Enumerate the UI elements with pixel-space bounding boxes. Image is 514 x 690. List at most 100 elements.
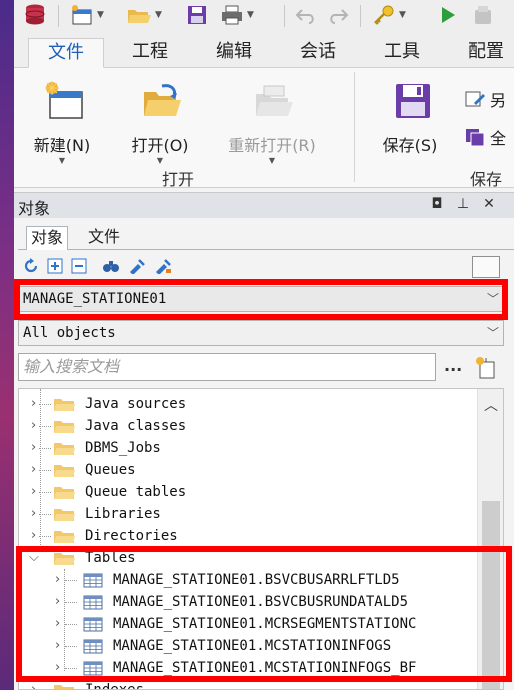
table-name: MANAGE_STATIONE01.MCRSEGMENTSTATIONC bbox=[113, 616, 417, 632]
tree-folder-label: Directories bbox=[85, 528, 178, 544]
tab-file[interactable]: 文件 bbox=[28, 38, 104, 68]
expand-arrow-icon[interactable]: › bbox=[31, 679, 36, 689]
expand-arrow-icon[interactable]: › bbox=[31, 459, 36, 481]
tab-files[interactable]: 文件 bbox=[84, 226, 124, 250]
tree-table-item[interactable]: › MANAGE_STATIONE01.BSVCBUSARRLFTLD5 bbox=[19, 569, 479, 591]
collapse-all-icon[interactable] bbox=[70, 257, 88, 275]
tree-folder[interactable]: › Java sources bbox=[19, 393, 479, 415]
search-options-button[interactable]: ... bbox=[444, 356, 462, 375]
expand-arrow-icon[interactable]: › bbox=[31, 415, 36, 437]
expand-arrow-icon[interactable]: › bbox=[31, 437, 36, 459]
expand-arrow-icon[interactable]: › bbox=[55, 569, 60, 591]
pin-panel-icon[interactable]: ⊥ bbox=[454, 196, 472, 212]
new-file-icon[interactable]: ▼ bbox=[70, 2, 104, 28]
run-icon[interactable] bbox=[438, 2, 458, 28]
expand-arrow-icon[interactable]: › bbox=[31, 481, 36, 503]
tab-edit[interactable]: 编辑 bbox=[198, 38, 270, 68]
expand-arrow-icon[interactable]: › bbox=[31, 393, 36, 415]
tree-scrollbar[interactable]: ︿ bbox=[477, 389, 503, 689]
object-filter-select[interactable]: All objects ﹀ bbox=[18, 320, 504, 346]
tree-folder-label: Libraries bbox=[85, 506, 161, 522]
find-binoculars-icon[interactable] bbox=[102, 257, 120, 275]
filter-options-icon[interactable] bbox=[154, 257, 172, 275]
folder-icon bbox=[54, 487, 75, 499]
tab-config[interactable]: 配置 bbox=[450, 38, 514, 68]
chevron-down-icon[interactable]: ﹀ bbox=[487, 287, 499, 311]
table-name: MANAGE_STATIONE01.BSVCBUSARRLFTLD5 bbox=[113, 572, 400, 588]
tree-folder-tables[interactable]: ⌵ Tables bbox=[19, 547, 479, 569]
new-button-label: 新建(N) bbox=[33, 136, 91, 155]
tree-folder[interactable]: › Directories bbox=[19, 525, 479, 547]
reopen-button-label: 重新打开(R) bbox=[228, 136, 316, 155]
save-button-label: 保存(S) bbox=[382, 136, 438, 155]
chevron-down-icon[interactable]: ▼ bbox=[247, 10, 254, 20]
chevron-down-icon[interactable]: ﹀ bbox=[487, 321, 499, 345]
tree-table-item[interactable]: › MANAGE_STATIONE01.MCRSEGMENTSTATIONC bbox=[19, 613, 479, 635]
save-button[interactable]: 保存(S) bbox=[370, 76, 450, 166]
collapse-arrow-icon[interactable]: ⌵ bbox=[29, 547, 39, 569]
object-panel-header: 对象 ◘ ⊥ ✕ bbox=[14, 192, 514, 218]
reopen-button[interactable]: 重新打开(R) ▼ bbox=[224, 76, 320, 166]
expand-arrow-icon[interactable]: › bbox=[55, 591, 60, 613]
print-icon[interactable]: ▼ bbox=[220, 2, 254, 28]
tree-table-item[interactable]: › MANAGE_STATIONE01.MCSTATIONINFOGS_BF bbox=[19, 657, 479, 679]
table-name: MANAGE_STATIONE01.MCSTATIONINFOGS bbox=[113, 638, 392, 654]
table-name: MANAGE_STATIONE01.MCSTATIONINFOGS_BF bbox=[113, 660, 417, 676]
folder-icon bbox=[54, 465, 75, 477]
refresh-icon[interactable] bbox=[22, 257, 40, 275]
stop-icon[interactable] bbox=[472, 2, 494, 28]
open-button[interactable]: 打开(O) ▼ bbox=[120, 76, 200, 166]
expand-arrow-icon[interactable]: › bbox=[55, 657, 60, 679]
undo-icon[interactable] bbox=[294, 2, 318, 28]
object-tree: › Java sources › Java classes › DBMS_Jobs › Que… bbox=[18, 388, 504, 690]
chevron-down-icon[interactable]: ▼ bbox=[155, 10, 162, 20]
tree-table-item[interactable]: › MANAGE_STATIONE01.MCSTATIONINFOGS bbox=[19, 635, 479, 657]
tree-folder[interactable]: › Java classes bbox=[19, 415, 479, 437]
redo-icon[interactable] bbox=[326, 2, 350, 28]
new-search-icon[interactable] bbox=[474, 356, 498, 380]
float-panel-icon[interactable]: ◘ bbox=[428, 196, 446, 212]
expand-arrow-icon[interactable]: › bbox=[55, 635, 60, 657]
tree-folder-indexes[interactable]: › Indexes bbox=[19, 679, 479, 689]
expand-arrow-icon[interactable]: › bbox=[55, 613, 60, 635]
scrollbar-thumb[interactable] bbox=[482, 501, 500, 689]
folder-icon bbox=[54, 531, 75, 543]
scroll-up-icon[interactable]: ︿ bbox=[484, 395, 498, 415]
search-input[interactable]: 输入搜索文档 bbox=[18, 353, 436, 381]
tree-folder[interactable]: › Libraries bbox=[19, 503, 479, 525]
group-label-save: 保存 bbox=[470, 170, 503, 189]
folder-icon bbox=[54, 443, 75, 455]
filter-edit-icon[interactable] bbox=[128, 257, 146, 275]
expand-all-icon[interactable] bbox=[46, 257, 64, 275]
save-all-label: 全 bbox=[490, 129, 507, 148]
tree-folder[interactable]: › Queue tables bbox=[19, 481, 479, 503]
schema-selector[interactable]: MANAGE_STATIONE01 ﹀ bbox=[18, 286, 504, 312]
chevron-down-icon[interactable]: ▼ bbox=[399, 10, 406, 20]
save-as-label: 另 bbox=[490, 91, 507, 110]
panel-subtabs: 对象 文件 bbox=[14, 218, 514, 250]
folder-icon bbox=[54, 399, 75, 411]
tree-table-item[interactable]: › MANAGE_STATIONE01.BSVCBUSRUNDATALD5 bbox=[19, 591, 479, 613]
database-icon[interactable] bbox=[22, 2, 48, 28]
tab-project[interactable]: 工程 bbox=[114, 38, 186, 68]
save-as-icon bbox=[465, 91, 485, 107]
close-panel-icon[interactable]: ✕ bbox=[480, 196, 498, 212]
expand-arrow-icon[interactable]: › bbox=[31, 525, 36, 547]
new-button[interactable]: 新建(N) ▼ bbox=[22, 76, 102, 166]
save-disk-icon[interactable] bbox=[186, 2, 208, 28]
tree-folder-label: DBMS_Jobs bbox=[85, 440, 161, 456]
save-all-button[interactable]: 全 bbox=[464, 126, 506, 148]
tree-folder[interactable]: › DBMS_Jobs bbox=[19, 437, 479, 459]
chevron-down-icon: ▼ bbox=[58, 156, 66, 165]
tree-folder[interactable]: › Queues bbox=[19, 459, 479, 481]
expand-arrow-icon[interactable]: › bbox=[31, 503, 36, 525]
key-icon[interactable]: ▼ bbox=[372, 2, 406, 28]
chevron-down-icon[interactable]: ▼ bbox=[97, 10, 104, 20]
tab-objects[interactable]: 对象 bbox=[26, 226, 69, 250]
toolbar-box[interactable] bbox=[472, 256, 500, 278]
open-folder-icon[interactable]: ▼ bbox=[126, 2, 162, 28]
save-as-button[interactable]: 另 bbox=[464, 88, 506, 110]
tab-tools[interactable]: 工具 bbox=[366, 38, 438, 68]
ribbon-panel: 新建(N) ▼ 打开(O) ▼ 重新打开(R) ▼ 打开 保存(S) 另 全 保… bbox=[14, 68, 514, 189]
tab-session[interactable]: 会话 bbox=[282, 38, 354, 68]
